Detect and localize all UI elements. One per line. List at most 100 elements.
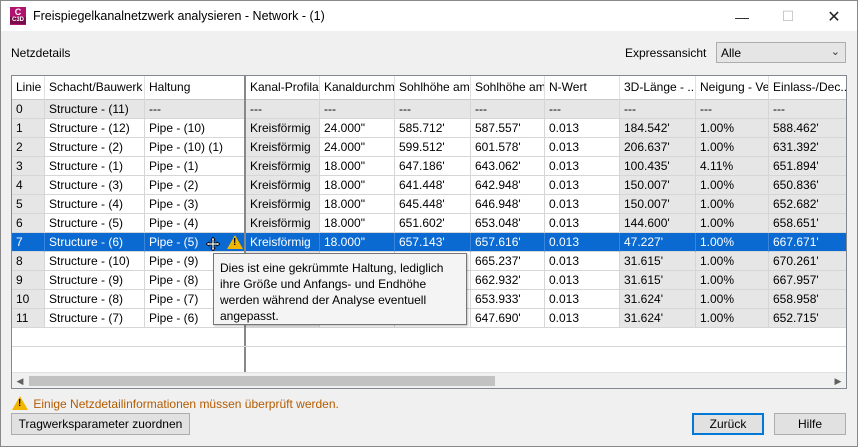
cell-3d-laenge[interactable]: ---: [620, 100, 696, 119]
column-header-schacht[interactable]: Schacht/Bauwerk: [45, 76, 145, 100]
table-row[interactable]: 6 Structure - (5) Pipe - (4) Kreisförmig 18.…: [12, 214, 846, 233]
cell-durchmesser[interactable]: 18.000": [320, 195, 395, 214]
cell-schacht[interactable]: Structure - (2): [45, 138, 145, 157]
warning-icon[interactable]: [227, 235, 243, 249]
column-header-sohlhoehe-ende[interactable]: Sohlhöhe am...: [471, 76, 545, 100]
cell-sohlhoehe-anfang[interactable]: 647.186': [395, 157, 471, 176]
cell-sohlhoehe-ende[interactable]: 587.557': [471, 119, 545, 138]
table-row[interactable]: 2 Structure - (2) Pipe - (10) (1) Kreisförm…: [12, 138, 846, 157]
cell-schacht[interactable]: Structure - (11): [45, 100, 145, 119]
column-header-linie[interactable]: Linie: [12, 76, 45, 100]
cell-sohlhoehe-ende[interactable]: 647.690': [471, 309, 545, 328]
cell-einlass[interactable]: 670.261': [769, 252, 846, 271]
cell-3d-laenge[interactable]: 31.615': [620, 252, 696, 271]
cell-sohlhoehe-anfang[interactable]: 651.602': [395, 214, 471, 233]
cell-n-wert[interactable]: 0.013: [545, 157, 620, 176]
cell-neigung[interactable]: 1.00%: [696, 290, 769, 309]
cell-sohlhoehe-anfang[interactable]: 645.448': [395, 195, 471, 214]
cell-3d-laenge[interactable]: 184.542': [620, 119, 696, 138]
hilfe-button[interactable]: Hilfe: [774, 413, 846, 435]
cell-schacht[interactable]: Structure - (3): [45, 176, 145, 195]
cell-profilart[interactable]: Kreisförmig: [246, 233, 320, 252]
minimize-button[interactable]: —: [719, 1, 765, 32]
cell-3d-laenge[interactable]: 144.600': [620, 214, 696, 233]
cell-haltung[interactable]: Pipe - (1): [145, 157, 246, 176]
cell-einlass[interactable]: 652.715': [769, 309, 846, 328]
cell-schacht[interactable]: Structure - (8): [45, 290, 145, 309]
cell-3d-laenge[interactable]: 100.435': [620, 157, 696, 176]
tragwerksparameter-button[interactable]: Tragwerksparameter zuordnen: [11, 413, 190, 435]
network-details-grid[interactable]: Linie Schacht/Bauwerk Haltung Kanal-Profila…: [11, 75, 847, 389]
cell-neigung[interactable]: 1.00%: [696, 233, 769, 252]
scrollbar-thumb[interactable]: [29, 376, 495, 386]
column-header-haltung[interactable]: Haltung: [145, 76, 246, 100]
cell-linie[interactable]: 6: [12, 214, 45, 233]
cell-sohlhoehe-ende[interactable]: 653.048': [471, 214, 545, 233]
cell-sohlhoehe-ende[interactable]: 662.932': [471, 271, 545, 290]
cell-durchmesser[interactable]: 18.000": [320, 233, 395, 252]
column-header-neigung[interactable]: Neigung - Ve...: [696, 76, 769, 100]
scroll-right-icon[interactable]: ▶: [830, 373, 846, 388]
cell-neigung[interactable]: 1.00%: [696, 309, 769, 328]
cell-profilart[interactable]: Kreisförmig: [246, 214, 320, 233]
cell-profilart[interactable]: Kreisförmig: [246, 176, 320, 195]
cell-einlass[interactable]: 650.836': [769, 176, 846, 195]
cell-durchmesser[interactable]: 24.000": [320, 138, 395, 157]
cell-linie[interactable]: 9: [12, 271, 45, 290]
table-row[interactable]: 4 Structure - (3) Pipe - (2) Kreisförmig 18.…: [12, 176, 846, 195]
cell-n-wert[interactable]: 0.013: [545, 252, 620, 271]
cell-sohlhoehe-ende[interactable]: ---: [471, 100, 545, 119]
cell-durchmesser[interactable]: 18.000": [320, 157, 395, 176]
cell-linie[interactable]: 1: [12, 119, 45, 138]
cell-schacht[interactable]: Structure - (7): [45, 309, 145, 328]
cell-schacht[interactable]: Structure - (1): [45, 157, 145, 176]
cell-haltung[interactable]: Pipe - (10): [145, 119, 246, 138]
cell-linie[interactable]: 7: [12, 233, 45, 252]
cell-3d-laenge[interactable]: 150.007': [620, 176, 696, 195]
cell-n-wert[interactable]: 0.013: [545, 176, 620, 195]
cell-3d-laenge[interactable]: 31.615': [620, 271, 696, 290]
table-row[interactable]: 7 Structure - (6) Pipe - (5) Kreisförmig 18.…: [12, 233, 846, 252]
table-row[interactable]: 3 Structure - (1) Pipe - (1) Kreisförmig 18.…: [12, 157, 846, 176]
cell-linie[interactable]: 2: [12, 138, 45, 157]
cell-sohlhoehe-ende[interactable]: 646.948': [471, 195, 545, 214]
table-row[interactable]: 1 Structure - (12) Pipe - (10) Kreisförmig 2…: [12, 119, 846, 138]
cell-sohlhoehe-anfang[interactable]: 657.143': [395, 233, 471, 252]
cell-n-wert[interactable]: 0.013: [545, 138, 620, 157]
table-row[interactable]: 0 Structure - (11) --- --- --- --- --- --- --- --…: [12, 100, 846, 119]
cell-3d-laenge[interactable]: 47.227': [620, 233, 696, 252]
cell-schacht[interactable]: Structure - (4): [45, 195, 145, 214]
column-header-durchmesser[interactable]: Kanaldurchm...: [320, 76, 395, 100]
cell-n-wert[interactable]: 0.013: [545, 119, 620, 138]
cell-einlass[interactable]: 658.651': [769, 214, 846, 233]
cell-sohlhoehe-ende[interactable]: 653.933': [471, 290, 545, 309]
cell-durchmesser[interactable]: 18.000": [320, 214, 395, 233]
cell-3d-laenge[interactable]: 206.637': [620, 138, 696, 157]
cell-profilart[interactable]: Kreisförmig: [246, 157, 320, 176]
cell-einlass[interactable]: 651.894': [769, 157, 846, 176]
cell-einlass[interactable]: 658.958': [769, 290, 846, 309]
cell-profilart[interactable]: ---: [246, 100, 320, 119]
cell-einlass[interactable]: 588.462': [769, 119, 846, 138]
cell-n-wert[interactable]: 0.013: [545, 214, 620, 233]
cell-n-wert[interactable]: ---: [545, 100, 620, 119]
cell-sohlhoehe-anfang[interactable]: 641.448': [395, 176, 471, 195]
cell-einlass[interactable]: 631.392': [769, 138, 846, 157]
cell-sohlhoehe-ende[interactable]: 643.062': [471, 157, 545, 176]
cell-einlass[interactable]: 667.957': [769, 271, 846, 290]
table-row[interactable]: 5 Structure - (4) Pipe - (3) Kreisförmig 18.…: [12, 195, 846, 214]
cell-profilart[interactable]: Kreisförmig: [246, 119, 320, 138]
horizontal-scrollbar[interactable]: ◀ ▶: [12, 372, 846, 388]
cell-haltung[interactable]: Pipe - (2): [145, 176, 246, 195]
cell-3d-laenge[interactable]: 31.624': [620, 309, 696, 328]
zurueck-button[interactable]: Zurück: [692, 413, 764, 435]
cell-linie[interactable]: 5: [12, 195, 45, 214]
cell-haltung[interactable]: Pipe - (3): [145, 195, 246, 214]
cell-einlass[interactable]: 652.682': [769, 195, 846, 214]
cell-schacht[interactable]: Structure - (6): [45, 233, 145, 252]
cell-linie[interactable]: 4: [12, 176, 45, 195]
column-header-einlass[interactable]: Einlass-/Dec...: [769, 76, 846, 100]
cell-schacht[interactable]: Structure - (10): [45, 252, 145, 271]
cell-neigung[interactable]: 1.00%: [696, 138, 769, 157]
cell-linie[interactable]: 8: [12, 252, 45, 271]
